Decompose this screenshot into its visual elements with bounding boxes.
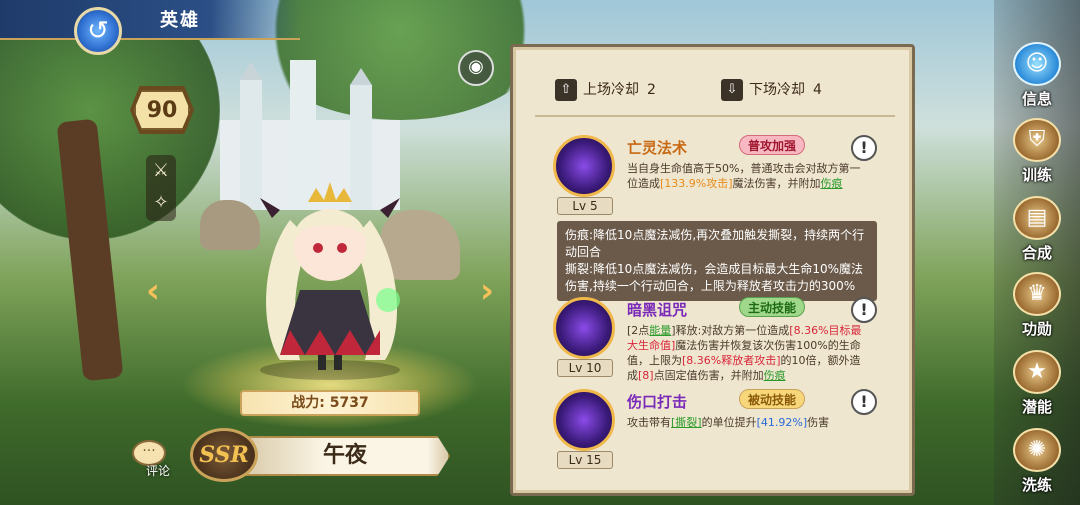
desc-highlight: [8] xyxy=(638,369,654,382)
desc-text: 点固定值伤害，并附加 xyxy=(653,369,764,382)
page-title: 英雄 xyxy=(160,10,200,31)
exclamation-icon: ! xyxy=(860,138,868,157)
skill-name: 暗黑诅咒 xyxy=(627,301,688,319)
exclamation-icon: ! xyxy=(860,392,868,411)
dark-curse-icon xyxy=(553,297,615,359)
hero-class-icons: ⚔ ✧ xyxy=(146,155,176,221)
desc-keyword-link[interactable]: [撕裂] xyxy=(671,416,702,429)
desc-keyword-link[interactable]: 伤痕 xyxy=(764,369,786,382)
enter-cooldown-label: 上场冷却 xyxy=(583,82,639,98)
undead-spell-icon xyxy=(553,135,615,197)
nav-item-synthesis[interactable]: ▤ 合成 xyxy=(1004,196,1070,268)
back-button[interactable]: ↺ xyxy=(74,7,122,55)
skill-description: [2点能量]释放:对敌方第一位造成[8.36%目标最大生命值]魔法伤害并恢复该次… xyxy=(627,323,867,383)
nav-label: 训练 xyxy=(1021,166,1052,184)
back-arrow-icon: ↺ xyxy=(87,16,109,46)
nav-item-merit[interactable]: ♛ 功勋 xyxy=(1004,272,1070,344)
arrow-down-icon: ⇩ xyxy=(721,79,743,101)
nav-label: 潜能 xyxy=(1021,398,1052,416)
hero-name-plate: 午夜 xyxy=(240,436,450,476)
nav-label: 信息 xyxy=(1021,90,1052,108)
desc-text: 伤害 xyxy=(807,416,830,429)
nav-label: 功勋 xyxy=(1021,320,1052,338)
mage-class-icon: ✧ xyxy=(153,192,169,213)
potential-icon: ★ xyxy=(1013,350,1061,394)
cooldown-row: ⇧ 上场冷却 2 ⇩ 下场冷却 4 xyxy=(535,67,895,117)
skill-description: 攻击带有[撕裂]的单位提升[41.92%]伤害 xyxy=(627,415,867,430)
desc-text: 攻击带有 xyxy=(627,416,671,429)
combat-power-bar: 战力: 5737 xyxy=(240,390,420,416)
skill-level: Lv 10 xyxy=(557,359,613,377)
skill-card[interactable]: Lv 15 伤口打击 被动技能 ! 攻击带有[撕裂]的单位提升[41.92%]伤… xyxy=(553,389,893,479)
skill-type-tag: 主动技能 xyxy=(739,297,806,317)
top-bar: 英雄 xyxy=(0,0,300,40)
skill-level: Lv 5 xyxy=(557,197,613,215)
nav-item-refine[interactable]: ✺ 洗练 xyxy=(1004,428,1070,500)
rarity-badge: SSR xyxy=(190,428,258,482)
comment-button[interactable]: ··· 评论 xyxy=(128,440,178,484)
chevron-right-icon: › xyxy=(479,271,494,311)
merit-icon: ♛ xyxy=(1013,272,1061,316)
desc-highlight: [41.92%] xyxy=(756,416,808,429)
skill-description: 当自身生命值高于50%，普通攻击会对敌方第一位造成[133.9%攻击]魔法伤害，… xyxy=(627,161,867,191)
skill-name: 亡灵法术 xyxy=(627,139,688,157)
wound-strike-icon xyxy=(553,389,615,451)
skill-type-tag: 被动技能 xyxy=(739,389,806,409)
tooltip-line: 伤痕:降低10点魔法减伤,再次叠加触发撕裂，持续两个行动回合 xyxy=(565,228,865,259)
enter-cooldown: ⇧ 上场冷却 2 xyxy=(555,79,656,101)
desc-highlight: [8.36%释放者攻击] xyxy=(682,354,781,367)
skill-info-button[interactable]: ! xyxy=(851,135,877,161)
nav-label: 合成 xyxy=(1021,244,1052,262)
skill-info-button[interactable]: ! xyxy=(851,297,877,323)
nav-item-potential[interactable]: ★ 潜能 xyxy=(1004,350,1070,422)
hero-level-badge: 90 xyxy=(134,90,190,130)
skill-panel: ⇧ 上场冷却 2 ⇩ 下场冷却 4 Lv 5 亡灵法术 普攻加强 ! 当自身生命值高于5… xyxy=(510,44,915,496)
hero-character-sprite[interactable] xyxy=(220,160,440,380)
hero-side-nav: ☺ 信息 ⛨ 训练 ▤ 合成 ♛ 功勋 ★ 潜能 ✺ 洗练 xyxy=(994,0,1080,505)
nav-item-training[interactable]: ⛨ 训练 xyxy=(1004,118,1070,190)
nav-label: 洗练 xyxy=(1021,476,1052,494)
enter-cooldown-value: 2 xyxy=(647,82,656,98)
exit-cooldown-label: 下场冷却 xyxy=(749,82,805,98)
exclamation-icon: ! xyxy=(860,300,868,319)
skill-info-button[interactable]: ! xyxy=(851,389,877,415)
refine-icon: ✺ xyxy=(1013,428,1061,472)
desc-keyword-link[interactable]: 伤痕 xyxy=(821,177,843,190)
eye-icon: ◉ xyxy=(468,56,484,77)
next-hero-button[interactable]: › xyxy=(476,272,498,310)
desc-text: 的单位提升 xyxy=(701,416,757,429)
chevron-left-icon: ‹ xyxy=(145,271,160,311)
skill-level: Lv 15 xyxy=(557,451,613,469)
desc-text: [2点 xyxy=(627,324,650,337)
training-icon: ⛨ xyxy=(1013,118,1061,162)
info-icon: ☺ xyxy=(1013,42,1061,86)
skill-name: 伤口打击 xyxy=(627,393,688,411)
comment-label: 评论 xyxy=(146,464,171,478)
skill-type-tag: 普攻加强 xyxy=(739,135,806,155)
arrow-up-icon: ⇧ xyxy=(555,79,577,101)
sword-class-icon: ⚔ xyxy=(152,160,170,181)
skill-card[interactable]: Lv 10 暗黑诅咒 主动技能 ! [2点能量]释放:对敌方第一位造成[8.36… xyxy=(553,297,893,387)
prev-hero-button[interactable]: ‹ xyxy=(142,272,164,310)
keyword-tooltip: 伤痕:降低10点魔法减伤,再次叠加触发撕裂，持续两个行动回合 撕裂:降低10点魔… xyxy=(557,221,877,301)
desc-text: 魔法伤害，并附加 xyxy=(732,177,821,190)
desc-keyword-link[interactable]: 能量 xyxy=(649,324,671,337)
synthesis-icon: ▤ xyxy=(1013,196,1061,240)
desc-highlight: [133.9%攻击] xyxy=(660,177,733,190)
view-toggle-button[interactable]: ◉ xyxy=(458,50,494,86)
skill-card[interactable]: Lv 5 亡灵法术 普攻加强 ! 当自身生命值高于50%，普通攻击会对敌方第一位… xyxy=(553,135,893,225)
nav-item-info[interactable]: ☺ 信息 xyxy=(1004,42,1070,114)
exit-cooldown-value: 4 xyxy=(813,82,822,98)
tooltip-line: 撕裂:降低10点魔法减伤，会造成目标最大生命10%魔法伤害,持续一个行动回合，上… xyxy=(565,262,863,293)
desc-text: ]释放:对敌方第一位造成 xyxy=(671,324,790,337)
exit-cooldown: ⇩ 下场冷却 4 xyxy=(721,79,822,101)
